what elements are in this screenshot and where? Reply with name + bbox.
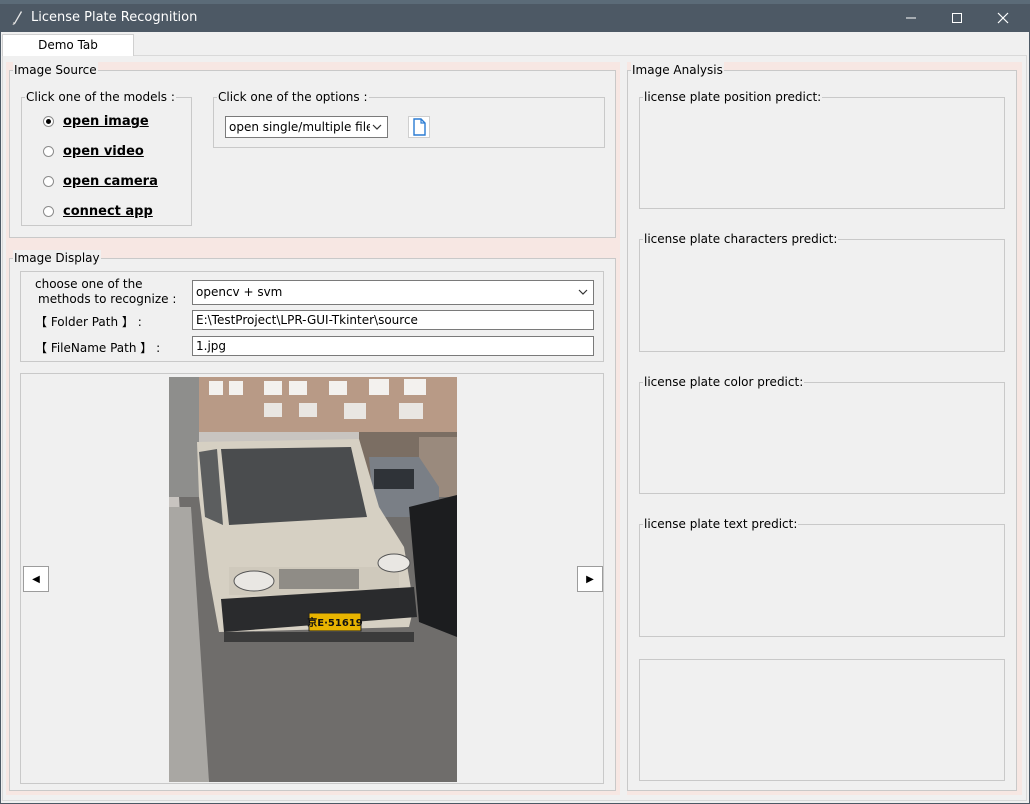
options-group: Click one of the options : open single/m… <box>213 89 605 148</box>
models-group-title: Click one of the models : <box>25 89 176 105</box>
prev-image-button[interactable]: ◀ <box>23 566 49 592</box>
folder-path-label: 【 Folder Path 】 : <box>35 315 142 329</box>
file-icon <box>413 118 426 136</box>
radio-open-image[interactable]: open image <box>43 114 149 129</box>
window-title: License Plate Recognition <box>31 10 198 25</box>
plate-position-panel: license plate position predict: <box>639 89 1005 209</box>
recognition-settings: choose one of the methods to recognize :… <box>20 271 604 362</box>
folder-path-input[interactable]: E:\TestProject\LPR-GUI-Tkinter\source <box>192 310 594 330</box>
radio-indicator <box>43 146 54 157</box>
filename-path-label: 【 FileName Path 】 : <box>35 341 161 355</box>
plate-color-title: license plate color predict: <box>643 374 805 390</box>
minimize-icon <box>906 17 916 19</box>
options-group-title: Click one of the options : <box>217 89 369 105</box>
plate-characters-title: license plate characters predict: <box>643 231 839 247</box>
plate-position-title: license plate position predict: <box>643 89 823 105</box>
method-label-line2: methods to recognize : <box>38 292 177 306</box>
maximize-icon <box>952 13 962 23</box>
plate-text-title: license plate text predict: <box>643 516 799 532</box>
image-display-title: Image Display <box>13 250 101 266</box>
vehicle-photo: 京E·51619 <box>169 377 457 782</box>
license-plate-text: 京E·51619 <box>307 616 362 629</box>
plate-text-panel: license plate text predict: <box>639 516 1005 637</box>
method-select[interactable]: opencv + svm <box>192 280 594 305</box>
tab-demo[interactable]: Demo Tab <box>2 34 134 56</box>
image-display-frame: Image Display choose one of the methods … <box>9 250 616 791</box>
image-analysis-frame: Image Analysis license plate position pr… <box>627 62 1017 791</box>
radio-open-camera[interactable]: open camera <box>43 174 158 189</box>
next-image-button[interactable]: ▶ <box>577 566 603 592</box>
radio-label: connect app <box>63 204 153 219</box>
radio-indicator <box>43 176 54 187</box>
image-source-frame: Image Source Click one of the models : o… <box>9 62 616 238</box>
open-file-button[interactable] <box>408 116 430 138</box>
method-label-line1: choose one of the <box>35 277 143 291</box>
image-source-title: Image Source <box>13 62 98 78</box>
radio-label: open image <box>63 114 149 129</box>
feather-app-icon <box>12 11 22 26</box>
radio-label: open camera <box>63 174 158 189</box>
radio-indicator <box>43 116 54 127</box>
image-viewer: ◀ ▶ 京E·51619 <box>20 373 604 784</box>
filename-path-input[interactable]: 1.jpg <box>192 336 594 356</box>
models-group: Click one of the models : open image ope… <box>21 89 192 226</box>
plate-characters-panel: license plate characters predict: <box>639 231 1005 352</box>
options-select-value: open single/multiple files <box>229 120 380 134</box>
radio-open-video[interactable]: open video <box>43 144 144 159</box>
extra-output-panel <box>639 659 1005 781</box>
chevron-down-icon <box>370 117 384 137</box>
maximize-button[interactable] <box>934 4 980 32</box>
close-button[interactable] <box>980 4 1026 32</box>
chevron-down-icon <box>576 281 590 304</box>
radio-indicator <box>43 206 54 217</box>
title-bar[interactable]: License Plate Recognition <box>0 4 1030 32</box>
minimize-button[interactable] <box>888 4 934 32</box>
radio-label: open video <box>63 144 144 159</box>
close-icon <box>997 12 1009 24</box>
image-analysis-title: Image Analysis <box>631 62 724 78</box>
options-select[interactable]: open single/multiple files <box>225 116 388 138</box>
method-select-value: opencv + svm <box>196 285 283 299</box>
radio-connect-app[interactable]: connect app <box>43 204 153 219</box>
plate-color-panel: license plate color predict: <box>639 374 1005 494</box>
